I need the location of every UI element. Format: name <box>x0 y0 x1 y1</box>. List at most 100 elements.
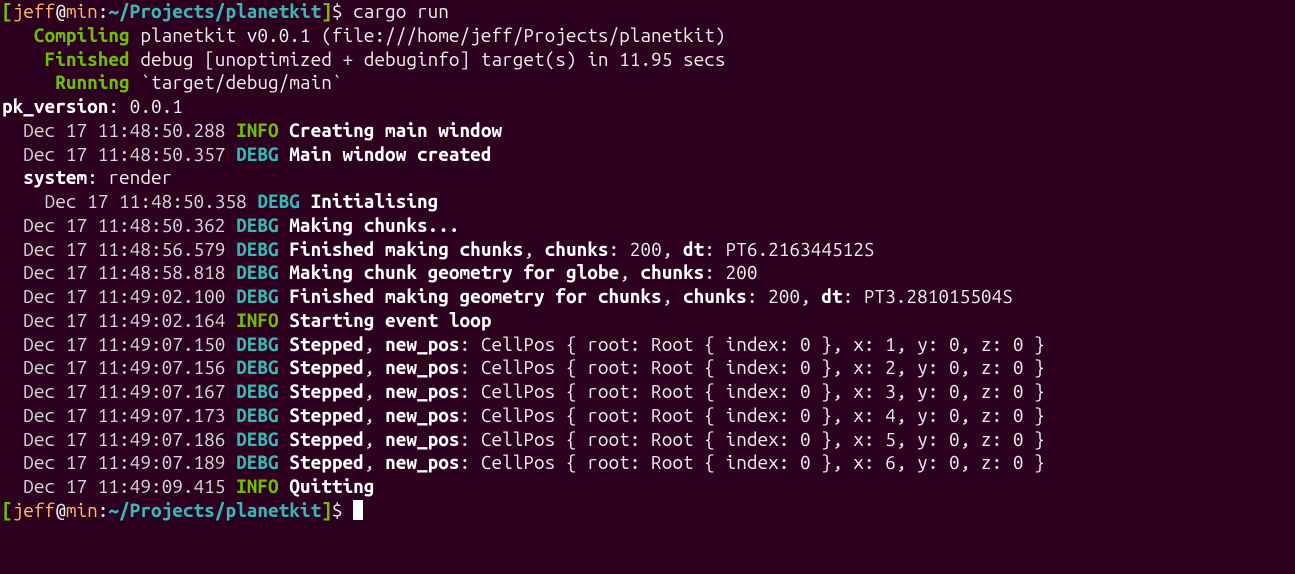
log-line: Dec 17 11:49:07.186 DEBG Stepped, new_po… <box>2 428 1293 452</box>
command-input[interactable]: cargo run <box>353 0 449 22</box>
log-msg-text: , <box>364 380 385 402</box>
log-timestamp: Dec 17 11:49:07.173 <box>23 404 236 426</box>
log-msg-text: : 200, <box>609 238 683 260</box>
log-timestamp: Dec 17 11:49:07.189 <box>23 451 236 473</box>
log-msg-text: , <box>364 428 385 450</box>
log-msg-text: , <box>364 404 385 426</box>
log-space <box>279 119 290 141</box>
log-indent <box>2 285 23 307</box>
log-msg-bold: new_pos <box>385 380 459 402</box>
log-msg-text: : CellPos { root: Root { index: 0 }, x: … <box>460 356 1045 378</box>
log-line: Dec 17 11:48:50.358 DEBG Initialising <box>2 190 1293 214</box>
cursor-icon <box>353 500 363 520</box>
log-msg-bold: Stepped <box>289 428 363 450</box>
log-msg-bold: chunks <box>683 285 747 307</box>
log-space <box>279 475 290 497</box>
prompt-colon: : <box>98 499 109 521</box>
log-level: DEBG <box>236 451 279 473</box>
log-indent <box>2 238 23 260</box>
prompt-bracket: [ <box>2 0 13 22</box>
log-timestamp: Dec 17 11:48:50.358 <box>45 190 258 212</box>
log-line: Dec 17 11:48:58.818 DEBG Making chunk ge… <box>2 261 1293 285</box>
log-msg: Quitting <box>289 475 374 497</box>
prompt-bracket: ] <box>321 499 332 521</box>
version-value: : 0.0.1 <box>108 95 182 117</box>
cargo-body: `target/debug/main` <box>140 71 342 93</box>
log-msg: Creating main window <box>289 119 502 141</box>
log-msg-text: : CellPos { root: Root { index: 0 }, x: … <box>460 380 1045 402</box>
log-indent <box>2 451 23 473</box>
log-indent <box>2 356 23 378</box>
log-indent <box>2 475 23 497</box>
log-timestamp: Dec 17 11:48:50.288 <box>23 119 236 141</box>
log-space <box>279 143 290 165</box>
log-space <box>279 333 290 355</box>
cargo-label: Compiling <box>2 24 140 46</box>
log-msg-bold: dt <box>821 285 842 307</box>
log-line: Dec 17 11:49:02.164 INFO Starting event … <box>2 309 1293 333</box>
log-msg-text: , <box>662 285 683 307</box>
log-msg-text: , <box>364 356 385 378</box>
system-key: system <box>23 166 87 188</box>
log-msg-bold: new_pos <box>385 451 459 473</box>
log-timestamp: Dec 17 11:49:09.415 <box>23 475 236 497</box>
log-level: DEBG <box>236 238 279 260</box>
cargo-running: Running `target/debug/main` <box>2 71 1293 95</box>
log-msg-bold: Making chunk geometry for globe <box>289 261 619 283</box>
log-space <box>279 356 290 378</box>
prompt-user: jeff <box>13 499 56 521</box>
prompt-colon: : <box>98 0 109 22</box>
log-timestamp: Dec 17 11:49:07.156 <box>23 356 236 378</box>
system-value: : render <box>87 166 172 188</box>
log-space <box>279 309 290 331</box>
log-space <box>279 428 290 450</box>
terminal-output[interactable]: [jeff@min:~/Projects/planetkit]$ cargo r… <box>0 0 1295 523</box>
log-indent <box>2 143 23 165</box>
log-msg-text: : CellPos { root: Root { index: 0 }, x: … <box>460 428 1045 450</box>
version-line: pk_version: 0.0.1 <box>2 95 1293 119</box>
cargo-finished: Finished debug [unoptimized + debuginfo]… <box>2 48 1293 72</box>
cargo-body: planetkit v0.0.1 (file:///home/jeff/Proj… <box>140 24 725 46</box>
log-msg-bold: Stepped <box>289 380 363 402</box>
log-level: DEBG <box>257 190 300 212</box>
log-line: Dec 17 11:48:50.288 INFO Creating main w… <box>2 119 1293 143</box>
log-timestamp: Dec 17 11:48:50.357 <box>23 143 236 165</box>
log-indent <box>2 428 23 450</box>
log-msg-bold: new_pos <box>385 404 459 426</box>
log-msg-bold: dt <box>683 238 704 260</box>
log-msg-bold: new_pos <box>385 333 459 355</box>
log-level: DEBG <box>236 214 279 236</box>
log-indent <box>2 166 23 188</box>
log-space <box>300 190 311 212</box>
log-level: INFO <box>236 309 279 331</box>
log-line: Dec 17 11:49:07.173 DEBG Stepped, new_po… <box>2 404 1293 428</box>
log-timestamp: Dec 17 11:48:58.818 <box>23 261 236 283</box>
log-timestamp: Dec 17 11:48:50.362 <box>23 214 236 236</box>
prompt-sigil: $ <box>332 0 353 22</box>
cargo-label: Running <box>2 71 140 93</box>
log-space <box>279 285 290 307</box>
log-level: INFO <box>236 475 279 497</box>
prompt-line: [jeff@min:~/Projects/planetkit]$ <box>2 499 1293 523</box>
log-msg-bold: Stepped <box>289 404 363 426</box>
log-indent <box>2 119 23 141</box>
log-msg-text: , <box>523 238 544 260</box>
log-line: Dec 17 11:49:09.415 INFO Quitting <box>2 475 1293 499</box>
prompt-path: ~/Projects/planetkit <box>108 0 321 22</box>
log-indent <box>2 261 23 283</box>
log-line: Dec 17 11:49:07.150 DEBG Stepped, new_po… <box>2 333 1293 357</box>
log-indent <box>2 404 23 426</box>
cargo-body: debug [unoptimized + debuginfo] target(s… <box>140 48 725 70</box>
log-msg-text: , <box>619 261 640 283</box>
log-space <box>279 261 290 283</box>
log-indent <box>2 333 23 355</box>
log-level: INFO <box>236 119 279 141</box>
log-msg-bold: Stepped <box>289 356 363 378</box>
log-space <box>279 404 290 426</box>
log-msg-text: : PT6.216344512S <box>704 238 874 260</box>
cargo-label: Finished <box>2 48 140 70</box>
log-space <box>279 238 290 260</box>
prompt-bracket: ] <box>321 0 332 22</box>
log-msg: Main window created <box>289 143 491 165</box>
log-level: DEBG <box>236 333 279 355</box>
